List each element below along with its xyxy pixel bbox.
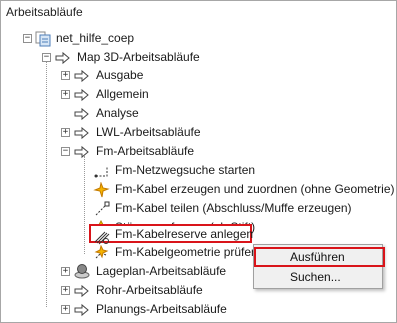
lageplan-icon	[73, 263, 91, 279]
cable-split-icon	[93, 201, 111, 217]
workflow-arrow-icon	[73, 106, 91, 122]
tree-item-fm-2[interactable]: Fm-Kabel teilen (Abschluss/Muffe erzeuge…	[115, 199, 352, 218]
tree-item-lwl[interactable]: LWL-Arbeitsabläufe	[96, 123, 201, 142]
tree-item-rohr[interactable]: Rohr-Arbeitsabläufe	[96, 281, 203, 300]
tree-item-map[interactable]: Map 3D-Arbeitsabläufe	[77, 48, 200, 67]
expand-toggle[interactable]: +	[61, 71, 70, 80]
cable-create-icon	[93, 181, 111, 198]
expand-toggle[interactable]: +	[61, 128, 70, 137]
expand-toggle[interactable]: +	[61, 90, 70, 99]
workflow-arrow-icon	[73, 68, 91, 84]
tree-line	[84, 156, 85, 254]
tree-item-fm[interactable]: Fm-Arbeitsabläufe	[96, 142, 194, 161]
expand-toggle[interactable]: +	[61, 286, 70, 295]
cable-reserve-icon	[93, 229, 111, 245]
tree-item-analyse[interactable]: Analyse	[96, 104, 139, 123]
workflow-arrow-icon	[73, 125, 91, 141]
tree-item-allgemein[interactable]: Allgemein	[96, 85, 149, 104]
tree-item-lageplan[interactable]: Lageplan-Arbeitsabläufe	[96, 262, 226, 281]
tree-item-fm-1[interactable]: Fm-Kabel erzeugen und zuordnen (ohne Geo…	[115, 180, 395, 199]
tree-item-fm-4[interactable]: Fm-Kabelreserve anlegen	[115, 225, 253, 244]
network-path-icon	[93, 163, 111, 179]
context-menu-search[interactable]: Suchen...	[290, 270, 341, 284]
expand-toggle[interactable]: +	[61, 305, 70, 314]
tree-root-label[interactable]: net_hilfe_coep	[56, 29, 134, 48]
tree-line	[46, 62, 47, 307]
collapse-toggle[interactable]: −	[42, 53, 51, 62]
workflow-arrow-icon	[73, 87, 91, 103]
workflow-arrow-icon	[73, 302, 91, 318]
tree-item-fm-0[interactable]: Fm-Netzwegsuche starten	[115, 161, 255, 180]
workflow-arrow-icon	[54, 50, 72, 66]
collapse-toggle[interactable]: −	[61, 147, 70, 156]
context-item-highlight	[254, 247, 385, 267]
tree-item-planung[interactable]: Planungs-Arbeitsabläufe	[96, 300, 227, 319]
workflow-arrow-icon	[73, 144, 91, 160]
tree-item-fm-5[interactable]: Fm-Kabelgeometrie prüfen	[115, 243, 258, 262]
geometry-check-icon	[93, 244, 111, 261]
workflow-arrow-icon	[73, 283, 91, 299]
project-icon	[35, 31, 53, 47]
workflow-panel: Arbeitsabläufe − net_hilfe_coep − Map 3D…	[0, 0, 397, 323]
tree-item-ausgabe[interactable]: Ausgabe	[96, 66, 143, 85]
expand-toggle[interactable]: +	[61, 267, 70, 276]
collapse-toggle[interactable]: −	[23, 34, 32, 43]
panel-title: Arbeitsabläufe	[6, 5, 83, 19]
